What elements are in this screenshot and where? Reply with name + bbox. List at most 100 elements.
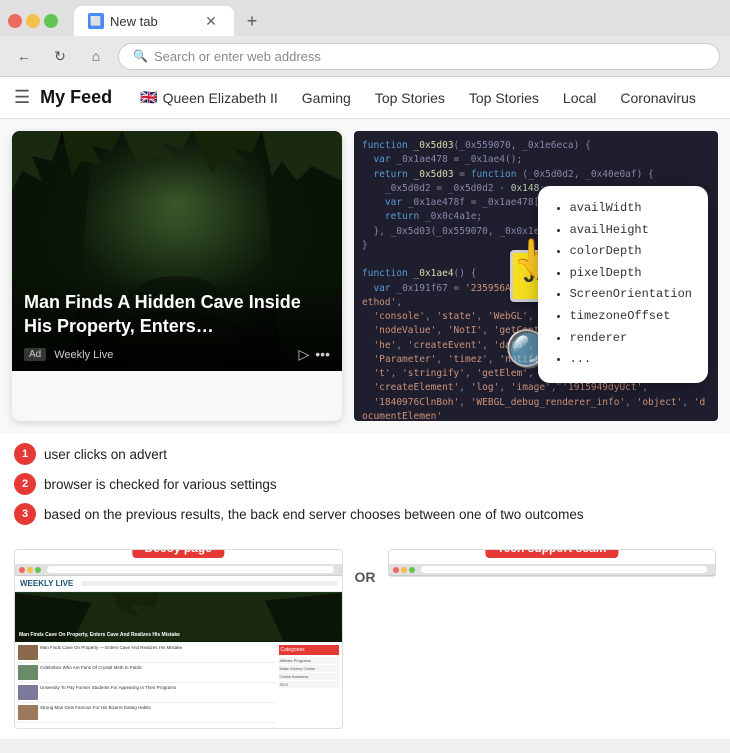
url-text: Search or enter web address — [154, 49, 321, 64]
top-section: Man Finds A Hidden Cave Inside His Prope… — [0, 119, 730, 433]
step1-num: 1 — [14, 443, 36, 465]
decoy-item-img-4 — [18, 705, 38, 720]
nav-item-coronavirus[interactable]: Coronavirus — [608, 77, 707, 119]
decoy-item-text-2: Celebrities Who Are Fans Of Crystal Meth… — [40, 665, 142, 680]
ad-overlay: Man Finds A Hidden Cave Inside His Prope… — [12, 275, 342, 371]
home-btn[interactable]: ⌂ — [82, 42, 110, 70]
search-icon: 🔍 — [133, 49, 148, 63]
tab-bar: ⬜ New tab ✕ + — [0, 0, 730, 36]
nav-item-label: Local — [563, 90, 596, 106]
ad-source: Weekly Live — [54, 349, 113, 361]
tab-close-btn[interactable]: ✕ — [202, 12, 220, 30]
nav-item-label: Coronavirus — [620, 90, 695, 106]
decoy-wrapper: Decoy page WEEKLY LIVE — [15, 550, 342, 728]
mini-max — [35, 567, 41, 573]
ad-actions: ▷ ••• — [299, 346, 331, 363]
minimize-window-btn[interactable] — [26, 14, 40, 28]
decoy-item-img-1 — [18, 645, 38, 660]
close-window-btn[interactable] — [8, 14, 22, 28]
nav-item-local[interactable]: Local — [551, 77, 608, 119]
step2-text: browser is checked for various settings — [44, 477, 277, 492]
decoy-item-text-3: University To Pay Former Students For Ap… — [40, 685, 176, 700]
play-btn[interactable]: ▷ — [299, 346, 310, 363]
or-divider: OR — [355, 549, 376, 585]
new-tab-btn[interactable]: + — [238, 7, 266, 35]
address-bar: ← ↻ ⌂ 🔍 Search or enter web address — [0, 36, 730, 76]
decoy-logo: WEEKLY LIVE — [20, 579, 73, 588]
decoy-sidebar-box-1: Categories — [279, 645, 339, 655]
mini-browser-bar — [15, 564, 342, 576]
scam-mini-max — [409, 567, 415, 573]
code-popup: availWidth availHeight colorDepth pixelD… — [538, 186, 708, 383]
decoy-outcome-card: Decoy page WEEKLY LIVE — [14, 549, 343, 729]
tab-favicon: ⬜ — [88, 13, 104, 29]
popup-item: ... — [570, 349, 692, 371]
step1-row: 1 user clicks on advert — [14, 443, 716, 465]
decoy-sidebar-item-1: Affiliate Programs — [279, 657, 339, 664]
ad-image: Man Finds A Hidden Cave Inside His Prope… — [12, 131, 342, 371]
flag-icon: 🇬🇧 — [140, 89, 157, 106]
scam-screenshot: Windows Defender Security Center 🛡 Acces… — [389, 564, 716, 576]
decoy-nav-bar — [81, 581, 336, 586]
step2-row: 2 browser is checked for various setting… — [14, 473, 716, 495]
mini-url-bar — [47, 566, 334, 573]
step3-num: 3 — [14, 503, 36, 525]
decoy-hero-text: Man Finds Cave On Property, Enters Cave … — [19, 632, 180, 639]
scam-mini-close — [393, 567, 399, 573]
steps-section: 1 user clicks on advert 2 browser is che… — [0, 433, 730, 539]
nav-item-sports[interactable]: Top Stories — [363, 77, 457, 119]
nav-items: 🇬🇧 Queen Elizabeth II Gaming Top Stories… — [128, 77, 716, 119]
step3-row: 3 based on the previous results, the bac… — [14, 503, 716, 525]
decoy-item-4: Strong Man Gets Famous For His Bizarre E… — [18, 705, 276, 723]
scam-outcome-card: Tech support scam — [388, 549, 717, 577]
decoy-item-img-3 — [18, 685, 38, 700]
popup-item: renderer — [570, 328, 692, 350]
decoy-item-text-1: Man Finds Cave On Property — Enters Cave… — [40, 645, 182, 660]
browser-chrome: ⬜ New tab ✕ + ← ↻ ⌂ 🔍 Search or enter we… — [0, 0, 730, 77]
ad-headline: Man Finds A Hidden Cave Inside His Prope… — [24, 291, 330, 338]
maximize-window-btn[interactable] — [44, 14, 58, 28]
reload-btn[interactable]: ↻ — [46, 42, 74, 70]
popup-item: pixelDepth — [570, 263, 692, 285]
popup-item: availWidth — [570, 198, 692, 220]
hamburger-menu-btn[interactable]: ☰ — [14, 87, 30, 108]
nav-item-topstories[interactable]: Top Stories — [457, 77, 551, 119]
decoy-sidebar-item-4: SEO — [279, 681, 339, 688]
nav-item-gaming[interactable]: Gaming — [290, 77, 363, 119]
popup-item: availHeight — [570, 220, 692, 242]
main-content: Man Finds A Hidden Cave Inside His Prope… — [0, 119, 730, 739]
decoy-sidebar-item-3: Online Business — [279, 673, 339, 680]
nav-item-label: Gaming — [302, 90, 351, 106]
outcomes-section: Decoy page WEEKLY LIVE — [0, 539, 730, 739]
decoy-item-3: University To Pay Former Students For Ap… — [18, 685, 276, 703]
decoy-item-2: Celebrities Who Are Fans Of Crystal Meth… — [18, 665, 276, 683]
more-btn[interactable]: ••• — [315, 346, 330, 363]
popup-list: availWidth availHeight colorDepth pixelD… — [554, 198, 692, 371]
mini-close — [19, 567, 25, 573]
browser-tab-active[interactable]: ⬜ New tab ✕ — [74, 6, 234, 36]
decoy-sidebar-item-2: Make Money Online — [279, 665, 339, 672]
step1-text: user clicks on advert — [44, 447, 167, 462]
decoy-sidebar: Categories Affiliate Programs Make Money… — [279, 645, 339, 725]
decoy-screenshot: WEEKLY LIVE Man Finds Cave On Property, … — [15, 564, 342, 728]
scam-mini-url-bar — [421, 566, 708, 573]
nav-item-queen[interactable]: 🇬🇧 Queen Elizabeth II — [128, 77, 290, 119]
scam-label: Tech support scam — [485, 549, 618, 558]
decoy-mini-header: WEEKLY LIVE — [15, 576, 342, 592]
back-btn[interactable]: ← — [10, 42, 38, 70]
tab-title: New tab — [110, 14, 158, 29]
nav-item-label: Queen Elizabeth II — [163, 90, 278, 106]
decoy-item-text-4: Strong Man Gets Famous For His Bizarre E… — [40, 705, 151, 720]
ad-badge: Ad — [24, 348, 46, 361]
decoy-item-img-2 — [18, 665, 38, 680]
scam-mini-min — [401, 567, 407, 573]
ad-card[interactable]: Man Finds A Hidden Cave Inside His Prope… — [12, 131, 342, 421]
decoy-content-left: Man Finds Cave On Property — Enters Cave… — [18, 645, 276, 725]
decoy-item-1: Man Finds Cave On Property — Enters Cave… — [18, 645, 276, 663]
decoy-content: Man Finds Cave On Property — Enters Cave… — [15, 642, 342, 728]
scam-wrapper: Tech support scam — [389, 550, 716, 576]
code-panel: function _0x5d03(_0x559070, _0x1e6eca) {… — [354, 131, 718, 421]
step2-num: 2 — [14, 473, 36, 495]
popup-item: colorDepth — [570, 241, 692, 263]
url-bar[interactable]: 🔍 Search or enter web address — [118, 43, 720, 70]
